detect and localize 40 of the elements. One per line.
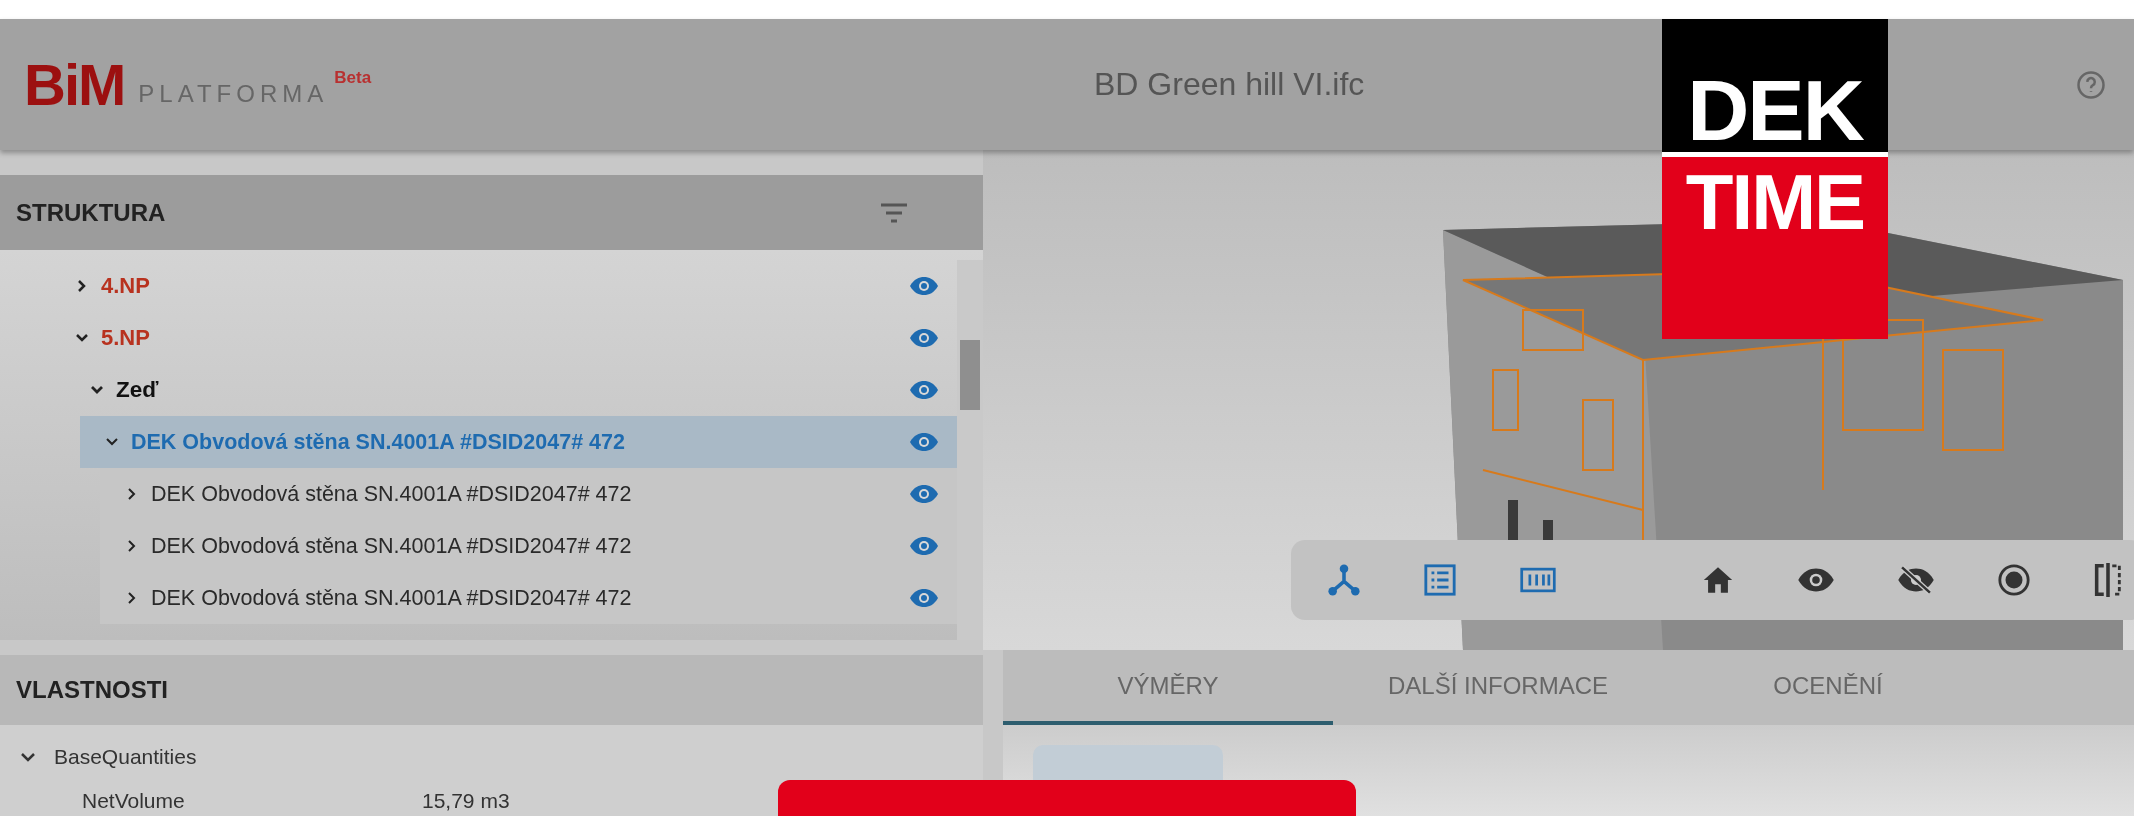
eye-icon[interactable]	[909, 588, 939, 608]
eye-icon[interactable]	[909, 484, 939, 504]
tree-label: Zeď	[116, 377, 160, 403]
panel-title: VLASTNOSTI	[16, 676, 168, 704]
logo-text: DEK	[1687, 67, 1863, 153]
tree-label: DEK Obvodová stěna SN.4001A #DSID2047# 472	[151, 585, 633, 611]
beta-label: Beta	[334, 67, 372, 88]
eye-icon[interactable]	[909, 380, 939, 400]
product-name: PLATFORMA	[138, 79, 329, 108]
list-icon[interactable]	[1423, 563, 1457, 597]
bim-logo: BiM	[24, 55, 125, 114]
eye-icon[interactable]	[909, 432, 939, 452]
radio-icon[interactable]	[1997, 563, 2031, 597]
tree-label: 5.NP	[101, 325, 151, 351]
tree-label: DEK Obvodová stěna SN.4001A #DSID2047# 472	[131, 429, 626, 455]
tree-item[interactable]: Zeď	[0, 364, 957, 416]
eye-off-icon[interactable]	[1897, 563, 1935, 597]
eye-icon[interactable]	[909, 536, 939, 556]
filter-icon[interactable]	[879, 201, 909, 224]
scrollbar[interactable]	[957, 260, 983, 640]
tab[interactable]: OCENĚNÍ	[1663, 650, 1993, 725]
eye-icon[interactable]	[909, 328, 939, 348]
split-icon[interactable]	[2093, 563, 2123, 597]
chevron-down-icon[interactable]	[20, 750, 36, 764]
eye-icon[interactable]	[909, 276, 939, 296]
tree-item[interactable]: DEK Obvodová stěna SN.4001A #DSID2047# 472	[80, 416, 957, 468]
tree-item[interactable]: 4.NP	[0, 260, 957, 312]
file-title: BD Green hill VI.ifc	[1094, 66, 1366, 103]
tree-label: DEK Obvodová stěna SN.4001A #DSID2047# 472	[151, 533, 633, 559]
tab[interactable]: DALŠÍ INFORMACE	[1333, 650, 1663, 725]
tree-item[interactable]: 5.NP	[0, 312, 957, 364]
tree-item[interactable]: DEK Obvodová stěna SN.4001A #DSID2047# 472	[100, 572, 957, 624]
property-value: 15,79 m3	[422, 789, 510, 813]
tree-label: 4.NP	[101, 273, 151, 299]
hierarchy-icon[interactable]	[1327, 563, 1361, 597]
property-name: NetVolume	[82, 789, 186, 813]
logo-text: TIME	[1685, 163, 1865, 241]
tree-label: DEK Obvodová stěna SN.4001A #DSID2047# 472	[151, 481, 633, 507]
property-group[interactable]: BaseQuantities	[54, 745, 197, 769]
panel-title: STRUKTURA	[16, 198, 166, 227]
